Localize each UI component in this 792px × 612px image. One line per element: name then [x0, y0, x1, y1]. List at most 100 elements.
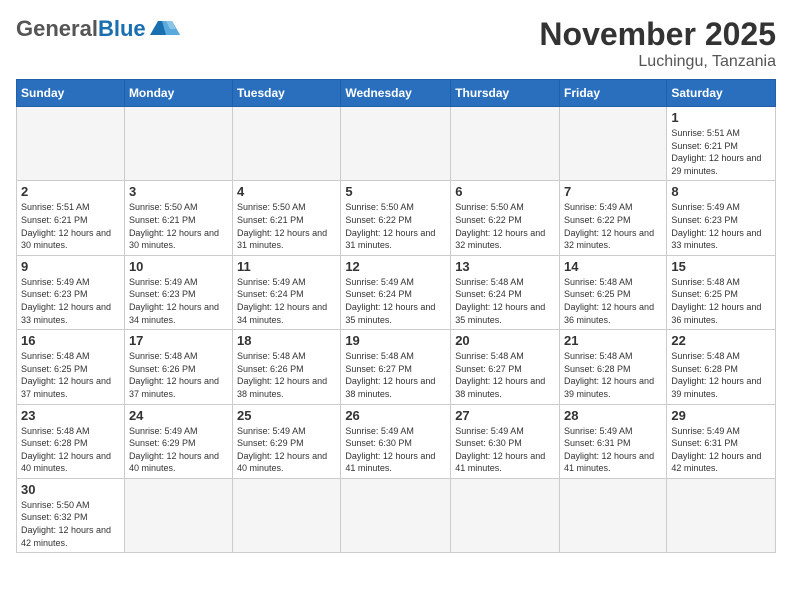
day-info: Sunrise: 5:50 AM Sunset: 6:22 PM Dayligh… [345, 201, 446, 251]
day-number: 23 [21, 408, 120, 423]
day-info: Sunrise: 5:48 AM Sunset: 6:25 PM Dayligh… [671, 276, 771, 326]
day-number: 1 [671, 110, 771, 125]
weekday-header: Wednesday [341, 80, 451, 107]
day-number: 27 [455, 408, 555, 423]
day-info: Sunrise: 5:49 AM Sunset: 6:31 PM Dayligh… [564, 425, 662, 475]
calendar-week-row: 1 Sunrise: 5:51 AM Sunset: 6:21 PM Daylig… [17, 107, 776, 181]
day-number: 22 [671, 333, 771, 348]
calendar-week-row: 30Sunrise: 5:50 AM Sunset: 6:32 PM Dayli… [17, 478, 776, 552]
day-info: Sunrise: 5:49 AM Sunset: 6:29 PM Dayligh… [237, 425, 336, 475]
day-number: 14 [564, 259, 662, 274]
calendar-table: SundayMondayTuesdayWednesdayThursdayFrid… [16, 79, 776, 553]
day-number: 9 [21, 259, 120, 274]
calendar-day-cell: 13 Sunrise: 5:48 AM Sunset: 6:24 PM Dayli… [451, 255, 560, 329]
day-info: Sunrise: 5:48 AM Sunset: 6:26 PM Dayligh… [129, 350, 228, 400]
day-info: Sunrise: 5:50 AM Sunset: 6:21 PM Dayligh… [129, 201, 228, 251]
calendar-day-cell: 5 Sunrise: 5:50 AM Sunset: 6:22 PM Daylig… [341, 181, 451, 255]
logo-icon [150, 17, 180, 41]
day-number: 3 [129, 184, 228, 199]
calendar-day-cell: 10 Sunrise: 5:49 AM Sunset: 6:23 PM Dayli… [124, 255, 232, 329]
day-number: 6 [455, 184, 555, 199]
day-info: Sunrise: 5:51 AM Sunset: 6:21 PM Dayligh… [21, 201, 120, 251]
calendar-week-row: 2 Sunrise: 5:51 AM Sunset: 6:21 PM Daylig… [17, 181, 776, 255]
calendar-day-cell [124, 107, 232, 181]
day-info: Sunrise: 5:50 AM Sunset: 6:21 PM Dayligh… [237, 201, 336, 251]
calendar-day-cell [560, 107, 667, 181]
day-info: Sunrise: 5:48 AM Sunset: 6:27 PM Dayligh… [345, 350, 446, 400]
day-info: Sunrise: 5:49 AM Sunset: 6:30 PM Dayligh… [455, 425, 555, 475]
calendar-week-row: 9 Sunrise: 5:49 AM Sunset: 6:23 PM Daylig… [17, 255, 776, 329]
calendar-day-cell: 29Sunrise: 5:49 AM Sunset: 6:31 PM Dayli… [667, 404, 776, 478]
calendar-day-cell [560, 478, 667, 552]
calendar-day-cell: 9 Sunrise: 5:49 AM Sunset: 6:23 PM Daylig… [17, 255, 125, 329]
day-info: Sunrise: 5:50 AM Sunset: 6:22 PM Dayligh… [455, 201, 555, 251]
calendar-day-cell: 2 Sunrise: 5:51 AM Sunset: 6:21 PM Daylig… [17, 181, 125, 255]
day-info: Sunrise: 5:49 AM Sunset: 6:29 PM Dayligh… [129, 425, 228, 475]
weekday-header: Friday [560, 80, 667, 107]
day-number: 16 [21, 333, 120, 348]
day-number: 15 [671, 259, 771, 274]
calendar-day-cell [233, 107, 341, 181]
calendar-day-cell: 19 Sunrise: 5:48 AM Sunset: 6:27 PM Dayli… [341, 330, 451, 404]
day-info: Sunrise: 5:48 AM Sunset: 6:28 PM Dayligh… [564, 350, 662, 400]
calendar-day-cell: 1 Sunrise: 5:51 AM Sunset: 6:21 PM Daylig… [667, 107, 776, 181]
day-info: Sunrise: 5:48 AM Sunset: 6:28 PM Dayligh… [21, 425, 120, 475]
weekday-header: Monday [124, 80, 232, 107]
calendar-day-cell [667, 478, 776, 552]
day-info: Sunrise: 5:51 AM Sunset: 6:21 PM Dayligh… [671, 127, 771, 177]
calendar-day-cell: 24 Sunrise: 5:49 AM Sunset: 6:29 PM Dayli… [124, 404, 232, 478]
calendar-day-cell [124, 478, 232, 552]
calendar-day-cell: 11 Sunrise: 5:49 AM Sunset: 6:24 PM Dayli… [233, 255, 341, 329]
day-number: 26 [345, 408, 446, 423]
day-number: 12 [345, 259, 446, 274]
calendar-week-row: 23 Sunrise: 5:48 AM Sunset: 6:28 PM Dayli… [17, 404, 776, 478]
calendar-day-cell: 28 Sunrise: 5:49 AM Sunset: 6:31 PM Dayli… [560, 404, 667, 478]
calendar-day-cell: 21Sunrise: 5:48 AM Sunset: 6:28 PM Dayli… [560, 330, 667, 404]
calendar-day-cell: 18Sunrise: 5:48 AM Sunset: 6:26 PM Dayli… [233, 330, 341, 404]
day-info: Sunrise: 5:49 AM Sunset: 6:23 PM Dayligh… [21, 276, 120, 326]
day-info: Sunrise: 5:49 AM Sunset: 6:30 PM Dayligh… [345, 425, 446, 475]
day-number: 11 [237, 259, 336, 274]
logo-blue-text: Blue [98, 16, 146, 42]
day-number: 19 [345, 333, 446, 348]
calendar-day-cell: 14 Sunrise: 5:48 AM Sunset: 6:25 PM Dayli… [560, 255, 667, 329]
weekday-header: Saturday [667, 80, 776, 107]
day-number: 8 [671, 184, 771, 199]
calendar-day-cell: 7Sunrise: 5:49 AM Sunset: 6:22 PM Daylig… [560, 181, 667, 255]
logo-general-text: General [16, 16, 98, 42]
calendar-day-cell: 30Sunrise: 5:50 AM Sunset: 6:32 PM Dayli… [17, 478, 125, 552]
calendar-day-cell: 4 Sunrise: 5:50 AM Sunset: 6:21 PM Daylig… [233, 181, 341, 255]
day-number: 20 [455, 333, 555, 348]
day-number: 5 [345, 184, 446, 199]
day-number: 13 [455, 259, 555, 274]
day-number: 30 [21, 482, 120, 497]
calendar-day-cell: 12 Sunrise: 5:49 AM Sunset: 6:24 PM Dayli… [341, 255, 451, 329]
calendar-day-cell: 26 Sunrise: 5:49 AM Sunset: 6:30 PM Dayli… [341, 404, 451, 478]
weekday-header: Tuesday [233, 80, 341, 107]
day-number: 4 [237, 184, 336, 199]
day-info: Sunrise: 5:49 AM Sunset: 6:24 PM Dayligh… [345, 276, 446, 326]
calendar-day-cell [451, 107, 560, 181]
calendar-day-cell: 8Sunrise: 5:49 AM Sunset: 6:23 PM Daylig… [667, 181, 776, 255]
calendar-day-cell: 25Sunrise: 5:49 AM Sunset: 6:29 PM Dayli… [233, 404, 341, 478]
calendar-day-cell: 16Sunrise: 5:48 AM Sunset: 6:25 PM Dayli… [17, 330, 125, 404]
calendar-day-cell: 6 Sunrise: 5:50 AM Sunset: 6:22 PM Daylig… [451, 181, 560, 255]
day-number: 10 [129, 259, 228, 274]
calendar-day-cell [17, 107, 125, 181]
day-number: 2 [21, 184, 120, 199]
page-header: General Blue November 2025 Luchingu, Tan… [16, 16, 776, 71]
calendar-day-cell: 22Sunrise: 5:48 AM Sunset: 6:28 PM Dayli… [667, 330, 776, 404]
day-info: Sunrise: 5:48 AM Sunset: 6:24 PM Dayligh… [455, 276, 555, 326]
calendar-day-cell: 27 Sunrise: 5:49 AM Sunset: 6:30 PM Dayli… [451, 404, 560, 478]
calendar-day-cell: 20Sunrise: 5:48 AM Sunset: 6:27 PM Dayli… [451, 330, 560, 404]
day-info: Sunrise: 5:49 AM Sunset: 6:24 PM Dayligh… [237, 276, 336, 326]
day-number: 28 [564, 408, 662, 423]
day-info: Sunrise: 5:49 AM Sunset: 6:31 PM Dayligh… [671, 425, 771, 475]
day-number: 24 [129, 408, 228, 423]
day-info: Sunrise: 5:48 AM Sunset: 6:26 PM Dayligh… [237, 350, 336, 400]
calendar-day-cell: 15 Sunrise: 5:48 AM Sunset: 6:25 PM Dayli… [667, 255, 776, 329]
calendar-day-cell [451, 478, 560, 552]
day-info: Sunrise: 5:48 AM Sunset: 6:25 PM Dayligh… [564, 276, 662, 326]
calendar-day-cell [341, 107, 451, 181]
day-info: Sunrise: 5:49 AM Sunset: 6:23 PM Dayligh… [129, 276, 228, 326]
